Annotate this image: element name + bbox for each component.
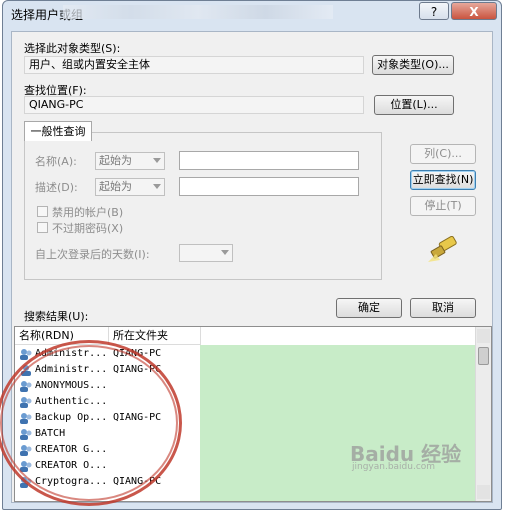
chevron-down-icon — [221, 250, 229, 255]
column-header-name[interactable]: 名称(RDN) — [15, 327, 109, 345]
result-row[interactable]: Backup Op... QIANG-PC — [15, 411, 475, 427]
name-label: 名称(A): — [35, 155, 77, 168]
disabled-accounts-label: 禁用的帐户(B) — [52, 206, 124, 219]
result-row[interactable]: CREATOR G... — [15, 443, 475, 459]
common-query-panel: 名称(A): 起始为 描述(D): 起始为 禁用的帐户(B) 不过期密码(X) … — [24, 132, 382, 280]
help-button[interactable]: ? — [419, 2, 449, 20]
chevron-down-icon — [153, 158, 161, 163]
cancel-button[interactable]: 取消 — [410, 298, 476, 318]
user-group-icon — [20, 397, 32, 408]
non-expiring-password-label: 不过期密码(X) — [52, 222, 124, 235]
object-type-label: 选择此对象类型(S): — [24, 42, 121, 55]
object-type-field: 用户、组或内置安全主体 — [24, 56, 364, 74]
column-header-folder[interactable]: 所在文件夹 — [109, 327, 201, 345]
result-row[interactable]: Administr... QIANG-PC — [15, 347, 475, 363]
scroll-up-arrow-icon[interactable] — [477, 329, 490, 343]
scroll-down-arrow-icon[interactable] — [477, 485, 490, 499]
tab-common-queries[interactable]: 一般性查询 — [24, 121, 92, 141]
name-match-value: 起始为 — [99, 154, 132, 167]
user-group-icon — [20, 445, 32, 456]
dialog-client-area: 选择此对象类型(S): 用户、组或内置安全主体 对象类型(O)... 查找位置(… — [11, 31, 493, 503]
user-group-icon — [20, 381, 32, 392]
dialog-window: 选择用户或组 ? X 选择此对象类型(S): 用户、组或内置安全主体 对象类型(… — [2, 0, 502, 510]
blurred-background-text — [63, 5, 333, 19]
result-name: Administr... — [35, 348, 108, 359]
user-group-icon — [20, 349, 32, 360]
result-folder: QIANG-PC — [113, 412, 162, 423]
disabled-accounts-checkbox[interactable] — [37, 206, 48, 217]
search-results-list[interactable]: 名称(RDN) 所在文件夹 Administr... QIANG-PC Admi… — [14, 326, 492, 502]
find-now-button[interactable]: 立即查找(N) — [410, 170, 476, 190]
title-bar[interactable]: 选择用户或组 ? X — [3, 1, 501, 31]
close-button[interactable]: X — [451, 2, 497, 20]
result-folder: QIANG-PC — [113, 364, 162, 375]
result-row[interactable]: CREATOR O... — [15, 459, 475, 475]
user-group-icon — [20, 413, 32, 424]
result-name: CREATOR O... — [35, 460, 108, 471]
description-match-combo[interactable]: 起始为 — [95, 178, 165, 196]
stop-button[interactable]: 停止(T) — [410, 196, 476, 216]
columns-button[interactable]: 列(C)... — [410, 144, 476, 164]
user-icon — [21, 365, 31, 376]
object-types-button[interactable]: 对象类型(O)... — [372, 55, 454, 75]
location-field: QIANG-PC — [24, 96, 364, 114]
results-scrollbar[interactable] — [475, 327, 491, 501]
days-since-logon-label: 自上次登录后的天数(I): — [35, 248, 150, 261]
result-folder: QIANG-PC — [113, 476, 162, 487]
result-row[interactable]: Cryptogra... QIANG-PC — [15, 475, 475, 491]
result-row[interactable]: Authentic... — [15, 395, 475, 411]
description-label: 描述(D): — [35, 181, 78, 194]
result-name: Cryptogra... — [35, 476, 108, 487]
result-row[interactable]: BATCH — [15, 427, 475, 443]
scrollbar-thumb[interactable] — [478, 347, 489, 365]
result-name: CREATOR G... — [35, 444, 108, 455]
chevron-down-icon — [153, 184, 161, 189]
result-name: ANONYMOUS... — [35, 380, 108, 391]
search-flashlight-icon — [428, 236, 457, 262]
description-match-value: 起始为 — [99, 180, 132, 193]
name-match-combo[interactable]: 起始为 — [95, 152, 165, 170]
non-expiring-password-checkbox[interactable] — [37, 222, 48, 233]
search-results-label: 搜索结果(U): — [24, 310, 89, 323]
days-since-logon-combo[interactable] — [179, 244, 233, 262]
result-row[interactable]: Administr... QIANG-PC — [15, 363, 475, 379]
user-group-icon — [20, 477, 32, 488]
description-input[interactable] — [179, 177, 359, 196]
result-name: Authentic... — [35, 396, 108, 407]
result-row[interactable]: ANONYMOUS... — [15, 379, 475, 395]
user-group-icon — [20, 429, 32, 440]
result-name: Backup Op... — [35, 412, 108, 423]
result-folder: QIANG-PC — [113, 348, 162, 359]
name-input[interactable] — [179, 151, 359, 170]
result-name: Administr... — [35, 364, 108, 375]
user-group-icon — [20, 461, 32, 472]
result-name: BATCH — [35, 428, 66, 439]
locations-button[interactable]: 位置(L)... — [374, 95, 454, 115]
ok-button[interactable]: 确定 — [336, 298, 402, 318]
